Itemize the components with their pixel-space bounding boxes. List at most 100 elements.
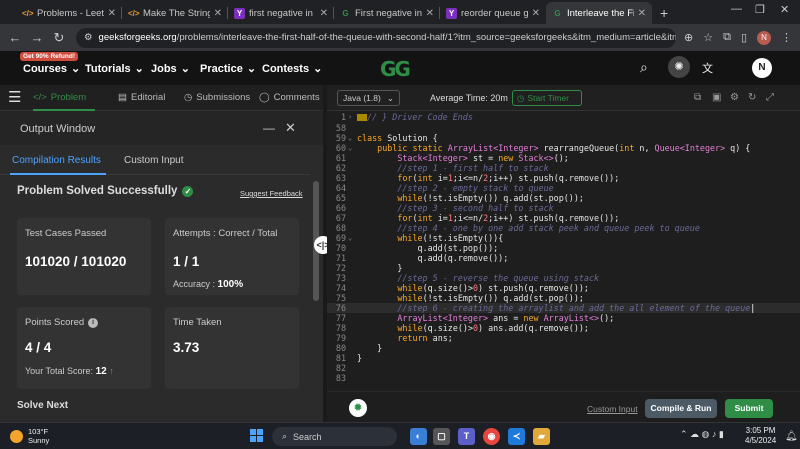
nav-jobs[interactable]: Jobs ⌄ — [151, 62, 190, 76]
taskbar-clock[interactable]: 3:05 PM 4/5/2024 — [745, 426, 776, 446]
active-tab-underline — [10, 173, 106, 175]
nav-tutorials[interactable]: Tutorials ⌄ — [85, 62, 144, 76]
forward-icon[interactable]: → — [26, 30, 48, 45]
average-time: Average Time: 20m — [430, 93, 508, 103]
suggest-feedback-link[interactable]: Suggest Feedback — [240, 189, 303, 198]
taskbar-search-input[interactable]: ⌕ Search — [272, 427, 397, 446]
teams-icon[interactable]: T — [458, 428, 475, 445]
tab-custom-input[interactable]: Custom Input — [124, 155, 183, 166]
promo-badge[interactable]: Get 90% Refund! — [20, 52, 79, 61]
lightbulb-icon[interactable]: ✹ — [349, 399, 367, 417]
theme-toggle-icon[interactable]: ✺ — [668, 56, 690, 78]
hamburger-menu-icon[interactable]: ☰ — [8, 88, 21, 106]
user-avatar[interactable]: N — [752, 58, 772, 78]
time-card: Time Taken 3.73 — [165, 307, 299, 389]
close-tab-icon[interactable]: ✕ — [320, 8, 328, 19]
chevron-down-icon: ⌄ — [71, 63, 81, 75]
browser-tab-1[interactable]: </>Make The String Great✕ — [122, 2, 228, 24]
browser-tab-5[interactable]: GInterleave the First H✕ — [546, 2, 652, 24]
tab-favicon-icon: Y — [234, 7, 245, 19]
code-editor[interactable]: 1 ›// } Driver Code Ends 58 59 ⌄ class Solu… — [327, 111, 800, 391]
browser-tab-strip: </>Problems - LeetCode✕ </>Make The Stri… — [0, 0, 800, 24]
settings-icon[interactable]: ⚙ — [730, 92, 739, 103]
chrome-icon[interactable]: ◉ — [483, 428, 500, 445]
attempts-value: 1 / 1 — [173, 254, 200, 269]
problem-toolbar: ☰ </> Problem ▤ Editorial ◷ Submissions ◯ Co… — [0, 85, 323, 111]
close-tab-icon[interactable]: ✕ — [532, 8, 540, 19]
vscode-icon[interactable]: ≺ — [508, 428, 525, 445]
browser-tab-4[interactable]: Yreorder queue gfg pr✕ — [440, 2, 546, 24]
profile-avatar[interactable]: N — [757, 30, 772, 45]
tab-compilation-results[interactable]: Compilation Results — [12, 155, 101, 166]
arrow-up-icon: ↑ — [109, 366, 114, 376]
site-header: Get 90% Refund! Courses ⌄ Tutorials ⌄ Jobs… — [0, 51, 800, 85]
search-icon[interactable]: ⌕ — [640, 59, 648, 76]
tab-submissions[interactable]: ◷ Submissions — [184, 92, 250, 103]
browser-tab-3[interactable]: GFirst negative integer✕ — [334, 2, 440, 24]
check-circle-icon: ✓ — [182, 185, 194, 197]
back-icon[interactable]: ← — [4, 30, 26, 45]
minimize-icon[interactable]: — — [731, 3, 742, 15]
code-line: 66 //step 3 - second half to stack — [335, 203, 554, 213]
extensions-icon[interactable]: ⧉ — [723, 31, 731, 44]
gfg-logo[interactable]: GG — [380, 57, 411, 81]
close-window-icon[interactable]: ✕ — [780, 3, 789, 16]
weather-widget[interactable]: 103°F Sunny — [10, 427, 49, 445]
search-icon: ⌕ — [282, 431, 288, 441]
minimize-panel-icon[interactable]: — — [263, 121, 275, 135]
file-explorer-icon[interactable]: ▰ — [533, 428, 550, 445]
close-tab-icon[interactable]: ✕ — [214, 8, 222, 19]
browser-tab-0[interactable]: </>Problems - LeetCode✕ — [16, 2, 122, 24]
close-tab-icon[interactable]: ✕ — [426, 8, 434, 19]
zoom-icon[interactable]: ⊕ — [684, 31, 693, 44]
reset-icon[interactable]: ↻ — [748, 92, 756, 103]
start-timer-button[interactable]: ◷ Start Timer — [512, 90, 582, 106]
browser-tab-2[interactable]: Yfirst negative in every✕ — [228, 2, 334, 24]
windows-start-icon[interactable] — [250, 429, 263, 442]
tab-comments[interactable]: ◯ Comments — [259, 92, 320, 103]
system-tray[interactable]: ⌃ ☁ ◍ ♪ ▮ — [680, 429, 724, 440]
close-tab-icon[interactable]: ✕ — [638, 8, 646, 19]
sidebar-icon[interactable]: ▯ — [741, 31, 747, 44]
tab-favicon-icon: Y — [446, 7, 457, 19]
code-line: 62 //step 1 - first half to stack — [335, 163, 549, 173]
code-line: 68 //step 4 - one by one add stack peek … — [335, 223, 700, 233]
submit-button[interactable]: Submit — [725, 399, 773, 418]
code-line: 73 //step 5 - reverse the queue using st… — [335, 273, 600, 283]
close-icon[interactable]: ✕ — [285, 120, 296, 136]
chevron-down-icon: ⌄ — [386, 93, 394, 103]
task-view-icon[interactable]: ▢ — [433, 428, 450, 445]
new-tab-button[interactable]: + — [652, 2, 676, 24]
code-line: 58 — [335, 123, 346, 133]
language-select[interactable]: Java (1.8) ⌄ — [337, 90, 400, 106]
site-info-icon[interactable]: ⚙ — [84, 32, 93, 43]
nav-courses[interactable]: Courses ⌄ — [23, 62, 81, 76]
compile-run-button[interactable]: Compile & Run — [645, 399, 717, 418]
reload-icon[interactable]: ↻ — [48, 30, 70, 46]
url-input[interactable]: ⚙ geeksforgeeks.org/problems/interleave-… — [76, 27, 676, 48]
save-icon[interactable]: ▣ — [712, 92, 721, 103]
folded-code-marker[interactable] — [357, 114, 367, 121]
test-cases-card: Test Cases Passed 101020 / 101020 — [17, 218, 151, 295]
close-tab-icon[interactable]: ✕ — [108, 8, 116, 19]
fullscreen-icon[interactable]: ⤢ — [766, 92, 774, 103]
tab-problem[interactable]: </> Problem — [33, 92, 86, 103]
code-line: 59 ⌄ class Solution { — [335, 133, 438, 143]
bookmark-star-icon[interactable]: ☆ — [703, 31, 713, 44]
translate-icon[interactable]: 文 — [702, 60, 713, 76]
notification-bell-icon[interactable]: 🔔︎ — [785, 431, 798, 442]
restore-icon[interactable]: ❐ — [755, 3, 765, 16]
tab-editorial[interactable]: ▤ Editorial — [118, 92, 165, 103]
output-header: Output Window — ✕ — [0, 111, 323, 145]
copy-icon[interactable]: ⧉ — [694, 92, 701, 103]
info-icon[interactable]: i — [88, 317, 99, 328]
menu-kebab-icon[interactable]: ⋮ — [781, 31, 792, 44]
custom-input-link[interactable]: Custom Input — [587, 404, 638, 414]
nav-practice[interactable]: Practice ⌄ — [200, 62, 256, 76]
code-line: 69 ⌄ while(!st.isEmpty()){ — [335, 233, 504, 243]
code-line: 72 } — [335, 263, 403, 273]
code-line: 79 return ans; — [335, 333, 453, 343]
copilot-icon[interactable]: ◐ — [410, 428, 427, 445]
editor-toolbar: Java (1.8) ⌄ Average Time: 20m ◷ Start Tim… — [327, 85, 800, 111]
nav-contests[interactable]: Contests ⌄ — [262, 62, 322, 76]
